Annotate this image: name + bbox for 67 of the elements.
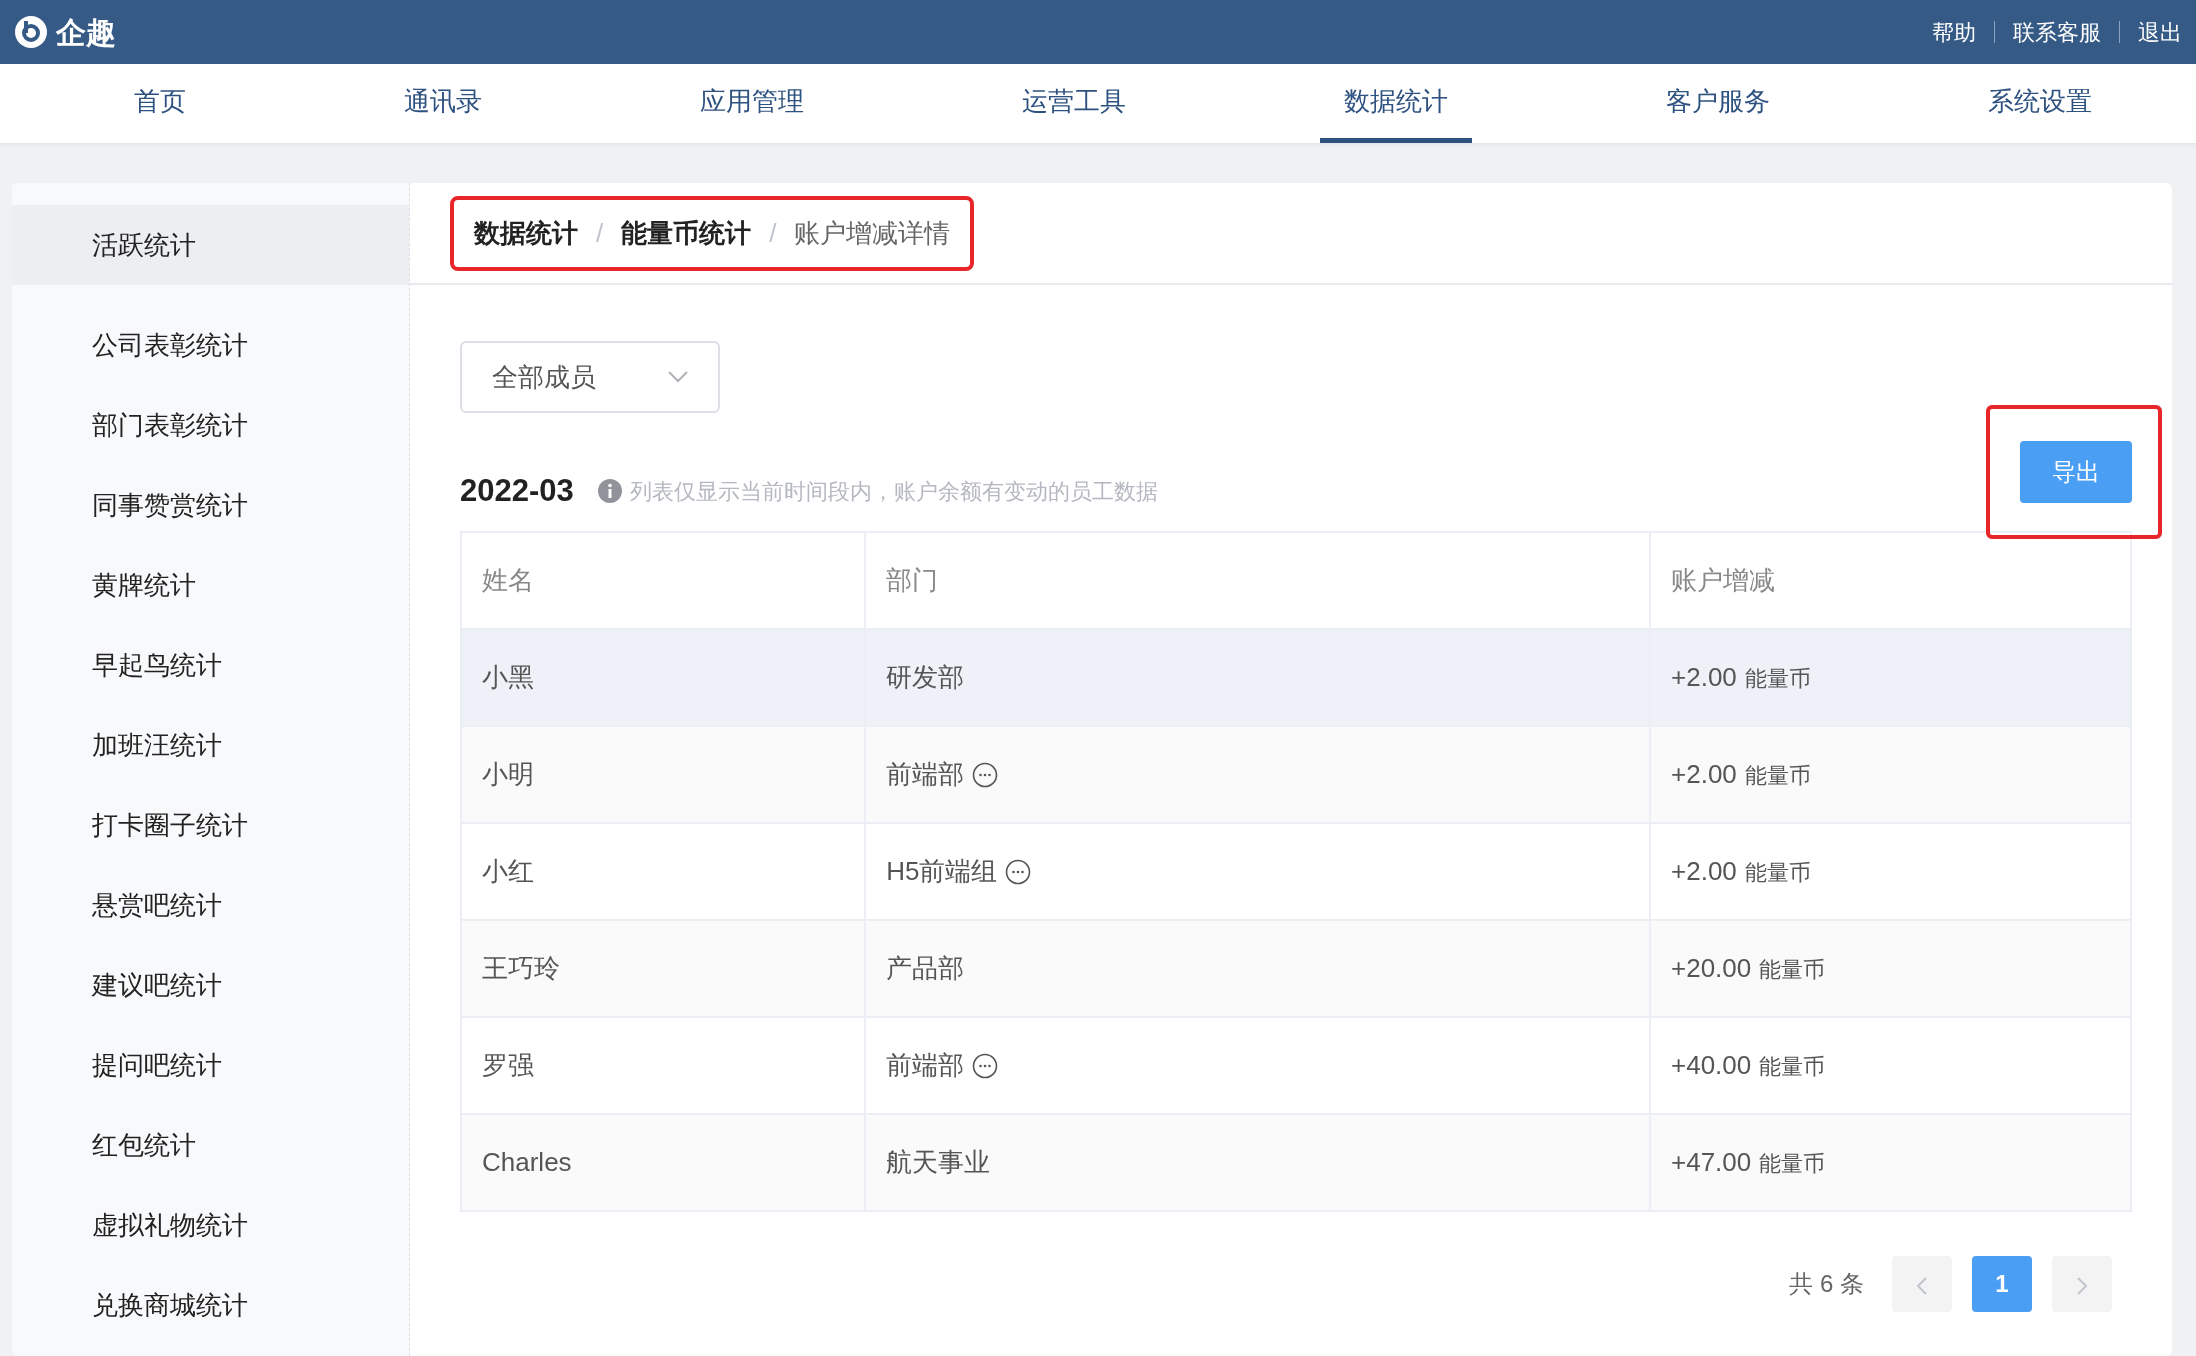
sidebar-item[interactable]: 加班汪统计 <box>12 705 409 785</box>
table-cell: 小明 <box>461 726 866 823</box>
sidebar-item[interactable]: 同事赞赏统计 <box>12 465 409 545</box>
table-cell-text: 航天事业 <box>886 1146 991 1179</box>
amount-value: +2.00 <box>1671 758 1737 791</box>
table-cell: Charles <box>461 1114 866 1211</box>
sidebar-item[interactable]: 虚拟礼物统计 <box>12 1185 409 1265</box>
sidebar-item[interactable]: 活跃统计 <box>12 205 409 285</box>
column-header: 姓名 <box>461 532 866 629</box>
unit-label: 能量币 <box>1744 665 1811 693</box>
nav-tab[interactable]: 首页 <box>110 64 210 143</box>
table-cell-text: 前端部 <box>886 758 965 791</box>
sidebar-item[interactable]: 早起鸟统计 <box>12 625 409 705</box>
unit-label: 能量币 <box>1744 762 1811 790</box>
sidebar-item[interactable]: 黄牌统计 <box>12 545 409 625</box>
sidebar-item[interactable]: 兑换商城统计 <box>12 1265 409 1345</box>
table-cell: 小黑 <box>461 629 866 726</box>
header-link[interactable]: 退出 <box>2138 15 2182 49</box>
amount-value: +40.00 <box>1671 1049 1752 1082</box>
total-count: 共 6 条 <box>1789 1269 1864 1299</box>
logo-icon <box>14 15 48 49</box>
table-cell: 王巧玲 <box>461 920 866 1017</box>
breadcrumb-current-page: 账户增减详情 <box>794 216 951 250</box>
sidebar-item[interactable]: 红包统计 <box>12 1105 409 1185</box>
chevron-right-icon <box>2076 1275 2088 1296</box>
amount-value: +20.00 <box>1671 952 1752 985</box>
header-link[interactable]: 帮助 <box>1932 15 1976 49</box>
table-cell-text: 产品部 <box>886 952 965 985</box>
more-icon[interactable] <box>1005 858 1032 885</box>
table-cell-text: 研发部 <box>886 661 965 694</box>
amount-value: +2.00 <box>1671 661 1737 694</box>
breadcrumb-link[interactable]: 能量币统计 <box>621 213 752 253</box>
brand-name: 企趣 <box>56 14 116 51</box>
unit-label: 能量币 <box>1759 1053 1826 1081</box>
breadcrumb-link[interactable]: 数据统计 <box>474 213 578 253</box>
amount-value: +47.00 <box>1671 1146 1752 1179</box>
hint-text: 列表仅显示当前时间段内，账户余额有变动的员工数据 <box>629 477 1158 506</box>
sidebar-item[interactable]: 建议吧统计 <box>12 945 409 1025</box>
sidebar-item[interactable]: 打卡圈子统计 <box>12 785 409 865</box>
breadcrumb-separator: / <box>596 216 604 250</box>
member-select[interactable]: 全部成员 <box>460 341 720 413</box>
chevron-down-icon <box>668 371 688 383</box>
unit-label: 能量币 <box>1759 956 1826 984</box>
chevron-left-icon <box>1916 1275 1928 1296</box>
nav-tab[interactable]: 运营工具 <box>998 64 1150 143</box>
nav-tab[interactable]: 通讯录 <box>380 64 506 143</box>
table-cell-text: H5前端组 <box>886 855 998 888</box>
nav-tab[interactable]: 系统设置 <box>1964 64 2116 143</box>
column-header: 账户增减 <box>1650 532 2131 629</box>
header-link[interactable]: 联系客服 <box>2013 15 2101 49</box>
sidebar-item[interactable]: 公司表彰统计 <box>12 305 409 385</box>
nav-tab[interactable]: 客户服务 <box>1642 64 1794 143</box>
unit-label: 能量币 <box>1744 859 1811 887</box>
nav-tab[interactable]: 数据统计 <box>1320 64 1472 143</box>
amount-value: +2.00 <box>1671 855 1737 888</box>
nav-tab[interactable]: 应用管理 <box>676 64 828 143</box>
column-header: 部门 <box>865 532 1650 629</box>
period-label: 2022-03 <box>460 471 574 510</box>
breadcrumb-separator: / <box>769 216 777 250</box>
more-icon[interactable] <box>972 761 999 788</box>
sidebar-item[interactable]: 部门表彰统计 <box>12 385 409 465</box>
sidebar-item[interactable]: 悬赏吧统计 <box>12 865 409 945</box>
unit-label: 能量币 <box>1759 1150 1826 1178</box>
sidebar-item[interactable]: 提问吧统计 <box>12 1025 409 1105</box>
more-icon[interactable] <box>972 1052 999 1079</box>
table-cell-text: 前端部 <box>886 1049 965 1082</box>
info-icon <box>597 479 622 503</box>
